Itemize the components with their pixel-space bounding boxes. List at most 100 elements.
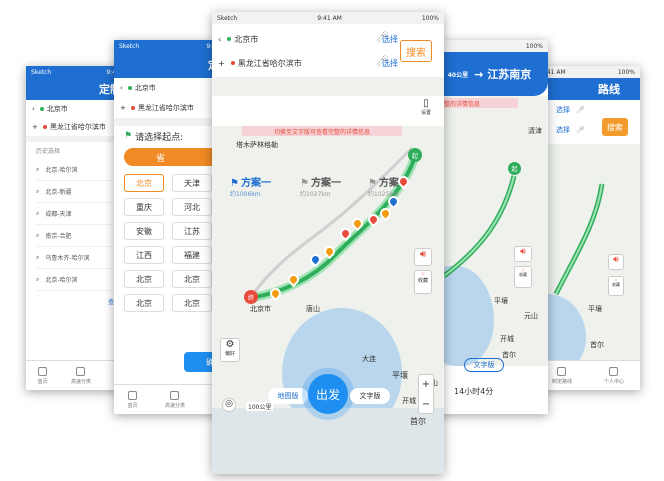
dest-text: 黑龙江省哈尔滨市: [49, 123, 106, 131]
settings-label: 设置: [420, 110, 431, 116]
city-option[interactable]: 江苏: [172, 222, 212, 240]
map-label: 首尔: [590, 341, 604, 349]
search-icon: ⌕: [36, 209, 40, 217]
tab-category[interactable]: 高速分类: [71, 366, 91, 385]
dest-row[interactable]: + 黑龙江省哈尔滨市 选择: [218, 52, 398, 74]
city-option[interactable]: 江西: [124, 246, 164, 264]
mic-icon[interactable]: 🎤︎: [376, 32, 389, 43]
zoom-out-icon[interactable]: −: [422, 399, 430, 410]
mic-icon[interactable]: 🎤︎: [376, 56, 389, 67]
province-segment[interactable]: 省: [124, 148, 226, 166]
choose-origin[interactable]: 选择 🎤︎: [536, 100, 640, 120]
map-label: 平壤: [392, 371, 408, 380]
dest-text: 黑龙江省哈尔滨市: [137, 104, 194, 112]
text-view-label: 文字版: [473, 361, 495, 369]
end-marker[interactable]: 终: [244, 290, 258, 304]
city-option[interactable]: 安徽: [124, 222, 164, 240]
list-item[interactable]: ⌕ 成都-天津: [36, 203, 126, 225]
city-option[interactable]: 北京: [124, 174, 164, 192]
list-item[interactable]: ⌕ 乌鲁木齐-哈尔滨: [36, 247, 126, 269]
search-icon: ⌕: [36, 275, 40, 283]
back-icon[interactable]: ‹: [218, 35, 221, 44]
sound-icon[interactable]: 🔊︎: [514, 246, 532, 262]
add-icon[interactable]: +: [120, 104, 126, 112]
locate-icon[interactable]: ◎: [222, 398, 236, 412]
list-item[interactable]: ⌕ 南京-合肥: [36, 225, 126, 247]
search-icon: ⌕: [36, 231, 40, 239]
start-marker[interactable]: 起: [508, 162, 521, 175]
back-icon[interactable]: ‹: [120, 84, 123, 92]
sound-icon[interactable]: 🔊︎: [414, 248, 432, 266]
city-option[interactable]: 北京: [124, 294, 164, 312]
origin-text: 北京市: [234, 34, 259, 44]
text-view-button[interactable]: 文字版: [350, 388, 390, 404]
distance-text: 40公里: [447, 71, 469, 79]
collect-button[interactable]: ☆ 收藏: [414, 270, 432, 294]
dest-text: 黑龙江省哈尔滨市: [237, 58, 302, 68]
phone-route-right: 9:41 AM 100% 路线 选择 🎤︎ 选择 🎤︎ 搜索 🔊︎ ☆ 收藏 平壤 首尔…: [536, 66, 640, 390]
tab-home[interactable]: 首页: [37, 366, 48, 385]
settings-button[interactable]: ▯ 设置: [418, 98, 434, 124]
city-option[interactable]: 天津: [172, 174, 212, 192]
tab-category[interactable]: 高速分类: [164, 390, 185, 409]
map-label: 开城: [500, 335, 514, 343]
plan-option-2[interactable]: ⚑ 方案一 约1027km: [300, 174, 370, 202]
preference-label: 偏好: [224, 351, 235, 357]
collect-button[interactable]: ☆ 收藏: [514, 266, 532, 288]
plan-option-1[interactable]: ⚑ 方案一 约1006km: [230, 174, 300, 202]
clock: 9:41 AM: [317, 14, 342, 22]
list-item[interactable]: ⌕ 北京-新疆: [36, 181, 126, 203]
grid-icon: [76, 366, 86, 376]
go-button[interactable]: 出发: [308, 374, 348, 414]
map-label: 北京市: [250, 305, 271, 313]
collect-button[interactable]: ☆ 收藏: [608, 276, 624, 296]
mic-icon[interactable]: 🎤︎: [576, 126, 585, 134]
city-option[interactable]: 北京: [124, 270, 164, 288]
list-item[interactable]: ⌕ 北京-哈尔滨: [36, 159, 126, 181]
plan-distance: 约1027km: [300, 191, 331, 198]
history-text: 南京-合肥: [45, 233, 72, 240]
tab-home[interactable]: 首页: [128, 390, 138, 409]
map-area[interactable]: ⚑ 方案一 约1006km ⚑ 方案一 约1027km ⚑ 方案一 约1025km ▯ 设置 …: [212, 78, 444, 474]
gear-icon: ⚙: [225, 339, 235, 350]
text-view-button[interactable]: 文字版: [464, 358, 504, 372]
tab-plan[interactable]: 制定路线: [552, 366, 572, 385]
tab-label: 首页: [37, 378, 48, 385]
map-area[interactable]: 🔊︎ ☆ 收藏 平壤 首尔: [536, 144, 640, 374]
city-option[interactable]: 北京: [172, 294, 212, 312]
add-icon[interactable]: +: [32, 123, 38, 131]
list-item[interactable]: ⌕ 北京-哈尔滨: [36, 269, 126, 291]
route-line: [248, 146, 421, 303]
search-button[interactable]: 搜索: [602, 118, 628, 136]
banner-text: 切换至文字版可查看完整的详情信息: [273, 128, 370, 136]
tab-label: 高速分类: [164, 402, 185, 409]
info-banner[interactable]: 切换至文字版可查看完整的详情信息: [242, 126, 402, 136]
start-marker[interactable]: 起: [408, 148, 422, 162]
sound-icon[interactable]: 🔊︎: [608, 254, 624, 270]
search-button[interactable]: 搜索: [400, 40, 432, 62]
map-label: 塔木萨林格勒: [236, 141, 278, 149]
collect-label: 收藏: [417, 278, 428, 284]
phone-route-plan: Sketch 9:41 AM 100% ‹ 北京市 选择 + 黑龙江省哈尔滨市 选择 🎤︎ …: [212, 12, 444, 474]
search-icon: ⌕: [36, 253, 40, 261]
tab-profile[interactable]: 个人中心: [603, 366, 624, 385]
preference-button[interactable]: ⚙ 偏好: [220, 338, 240, 362]
zoom-control[interactable]: + −: [418, 374, 434, 414]
city-option[interactable]: 福建: [172, 246, 212, 264]
city-option[interactable]: 重庆: [124, 198, 164, 216]
map-view-button[interactable]: 地图版: [268, 388, 308, 404]
mic-icon[interactable]: 🎤︎: [576, 106, 585, 114]
city-option[interactable]: 北京: [172, 270, 212, 288]
back-icon[interactable]: ‹: [32, 105, 35, 113]
dest-dot-icon: [230, 61, 235, 65]
battery: 100%: [617, 68, 635, 76]
zoom-in-icon[interactable]: +: [422, 379, 430, 390]
history-text: 成都-天津: [45, 211, 72, 218]
add-icon[interactable]: +: [218, 59, 225, 68]
origin-row[interactable]: ‹ 北京市 选择: [218, 28, 398, 50]
history-text: 北京-哈尔滨: [45, 277, 78, 284]
text-view-label: 文字版: [359, 392, 381, 400]
tab-label: 个人中心: [603, 378, 624, 385]
plan-distance: 约1006km: [230, 191, 261, 198]
city-option[interactable]: 河北: [172, 198, 212, 216]
